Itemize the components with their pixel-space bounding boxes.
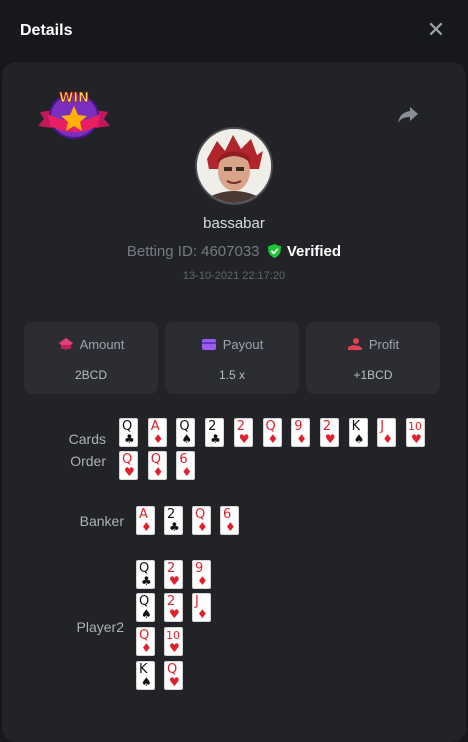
- card-suit-icon: ♠: [181, 432, 193, 446]
- card-suit-icon: ♦: [181, 465, 193, 479]
- playing-card: 2 ♥: [233, 418, 253, 447]
- card-suit-icon: ♦: [382, 432, 394, 446]
- betting-id-row: Betting ID: 4607033 Verified: [2, 243, 466, 260]
- verified-shield-icon: [267, 244, 281, 258]
- timestamp: 13-10-2021 22:17:20: [182, 270, 286, 282]
- profit-value: +1BCD: [353, 368, 393, 382]
- playing-card: K ♠: [348, 418, 368, 447]
- playing-card: Q ♦: [262, 418, 282, 447]
- card-suit-icon: ♣: [169, 520, 180, 534]
- profit-icon: [347, 338, 362, 350]
- profit-box: Profit +1BCD: [306, 322, 440, 394]
- card-suit-icon: ♦: [152, 432, 164, 446]
- amount-value: 2BCD: [74, 368, 107, 382]
- username: bassabar: [203, 215, 265, 232]
- card-suit-icon: ♦: [141, 641, 152, 655]
- playing-card: Q ♥: [119, 451, 138, 480]
- card-suit-icon: ♥: [324, 432, 336, 446]
- card-suit-icon: ♥: [169, 607, 180, 621]
- payout-box: Payout 1.5 x: [165, 322, 299, 394]
- playing-card: 2 ♥: [164, 560, 183, 589]
- card-suit-icon: ♥: [238, 432, 250, 446]
- playing-card: Q ♣: [136, 560, 155, 589]
- card-suit-icon: ♦: [197, 607, 208, 621]
- card-suit-icon: ♠: [353, 432, 365, 446]
- close-icon[interactable]: ✕: [426, 19, 446, 41]
- playing-card: Q ♦: [192, 506, 211, 535]
- verified-label: Verified: [286, 243, 342, 260]
- playing-card: 2 ♣: [205, 418, 225, 447]
- playing-card: 2 ♥: [319, 418, 339, 447]
- playing-card: Q ♣: [119, 418, 138, 447]
- playing-card: Q ♠: [176, 418, 196, 447]
- playing-card: 2 ♥: [164, 593, 183, 622]
- card-suit-icon: ♦: [197, 520, 208, 534]
- playing-card: 9 ♦: [192, 560, 211, 589]
- card-suit-icon: ♥: [124, 465, 135, 479]
- amount-label: Amount: [79, 337, 125, 352]
- playing-card: K ♠: [136, 661, 155, 690]
- card-suit-icon: ♥: [169, 675, 180, 689]
- share-icon[interactable]: [396, 102, 420, 126]
- modal-header: Details ✕: [0, 0, 468, 62]
- playing-card: A ♦: [136, 506, 155, 535]
- playing-card: 10 ♥: [406, 418, 425, 447]
- card-suit-icon: ♦: [141, 520, 152, 534]
- win-badge-icon: WIN: [38, 91, 110, 139]
- avatar: [195, 127, 273, 205]
- card-suit-icon: ♦: [267, 432, 279, 446]
- card-suit-icon: ♥: [169, 641, 180, 655]
- playing-card: 6 ♦: [176, 451, 196, 480]
- playing-card: J ♦: [192, 593, 211, 622]
- card-suit-icon: ♠: [141, 675, 152, 689]
- modal-title: Details: [20, 22, 73, 39]
- win-badge-text: WIN: [59, 91, 89, 106]
- details-panel: WIN bassabar Betting ID: 4607033 Verifie…: [2, 62, 466, 742]
- playing-card: Q ♥: [164, 661, 183, 690]
- avatar-image: [197, 129, 271, 203]
- card-suit-icon: ♠: [141, 607, 152, 621]
- betting-id: Betting ID: 4607033: [126, 243, 260, 260]
- card-suit-icon: ♥: [169, 574, 180, 588]
- card-suit-icon: ♥: [411, 432, 422, 446]
- card-suit-icon: ♦: [296, 432, 307, 446]
- card-suit-icon: ♦: [152, 465, 164, 479]
- playing-card: 6 ♦: [220, 506, 239, 535]
- card-suit-icon: ♣: [210, 432, 221, 446]
- profit-label: Profit: [368, 337, 400, 352]
- playing-card: Q ♠: [136, 593, 155, 622]
- amount-icon: [58, 338, 73, 350]
- playing-card: Q ♦: [136, 627, 155, 656]
- banker-label: Banker: [79, 513, 124, 529]
- playing-card: J ♦: [377, 418, 397, 447]
- card-suit-icon: ♣: [141, 574, 152, 588]
- card-suit-icon: ♦: [197, 574, 208, 588]
- payout-value: 1.5 x: [218, 368, 245, 382]
- player2-label: Player2: [76, 619, 124, 635]
- wallet-icon: [201, 339, 216, 350]
- card-suit-icon: ♦: [225, 520, 236, 534]
- playing-card: A ♦: [147, 418, 167, 447]
- playing-card: Q ♦: [147, 451, 167, 480]
- playing-card: 10 ♥: [164, 627, 183, 656]
- cards-order-label: Cards Order: [68, 431, 106, 469]
- payout-label: Payout: [222, 337, 264, 352]
- playing-card: 2 ♣: [164, 506, 183, 535]
- playing-card: 9 ♦: [291, 418, 311, 447]
- amount-box: Amount 2BCD: [24, 322, 158, 394]
- card-suit-icon: ♣: [124, 432, 135, 446]
